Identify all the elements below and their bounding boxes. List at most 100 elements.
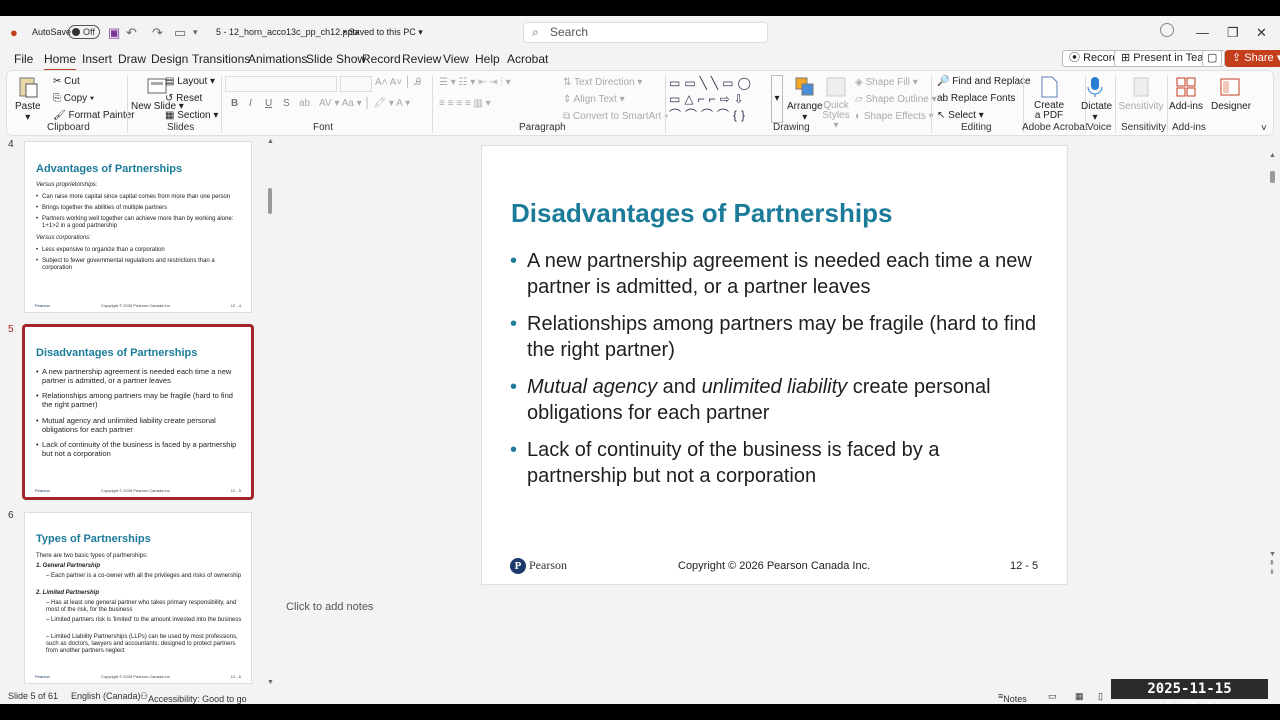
sensitivity-button[interactable]: Sensitivity [1117, 75, 1165, 112]
search-input[interactable]: ⌕ Search [523, 22, 768, 43]
layout-button[interactable]: ▤ Layout ▾ [165, 76, 215, 87]
format-painter-button[interactable]: 🖌 Format Painter [53, 110, 135, 121]
copy-button[interactable]: ⎘ Copy ▾ [53, 93, 94, 104]
slide-bullet[interactable]: A new partnership agreement is needed ea… [510, 249, 1037, 300]
font-size-buttons[interactable]: A˄ A˅ │ Ꭿ [375, 77, 421, 88]
add-ins-label: Add-ins [1169, 101, 1203, 112]
underline-button[interactable]: U [265, 98, 272, 109]
convert-smartart-button[interactable]: ⧉ Convert to SmartArt ▾ [563, 111, 668, 122]
shape-fill-button[interactable]: ◈ Shape Fill ▾ [855, 77, 918, 88]
comments-button[interactable]: ▢ [1202, 50, 1223, 67]
thumbnail-brand: Pearson [35, 303, 50, 308]
undo-icon[interactable]: ↶ [126, 25, 137, 41]
scrollbar-thumb[interactable] [268, 188, 272, 214]
paste-label: Paste [15, 101, 41, 112]
reset-button[interactable]: ↺ Reset [165, 93, 202, 104]
normal-view-icon[interactable]: ▭ [1048, 691, 1057, 702]
thumbnail-scrollbar[interactable]: ▲ ▼ [266, 136, 274, 689]
paste-button[interactable]: Paste ▾ [15, 75, 41, 123]
find-replace-button[interactable]: 🔎 Find and Replace [937, 76, 1031, 87]
scroll-down-icon[interactable]: ▼ [267, 679, 274, 686]
thumbnail-line: A new partnership agreement is needed ea… [36, 367, 243, 385]
font-family-select[interactable] [225, 76, 337, 92]
slide-bullet[interactable]: Relationships among partners may be frag… [510, 312, 1037, 363]
customize-toolbar-icon[interactable]: ▾ [193, 27, 198, 38]
redo-icon[interactable]: ↷ [152, 25, 163, 41]
tab-review[interactable]: Review [402, 52, 441, 66]
tab-view[interactable]: View [443, 52, 469, 66]
slide-thumbnail-5-selected[interactable]: Disadvantages of Partnerships A new part… [22, 324, 254, 500]
designer-button[interactable]: Designer [1211, 75, 1251, 112]
slide-page-number: 12 - 5 [1010, 560, 1039, 572]
accessibility-status[interactable]: ⚇ Accessibility: Good to go [140, 691, 247, 704]
tab-help[interactable]: Help [475, 52, 500, 66]
scrollbar-thumb[interactable] [1270, 171, 1275, 183]
editor-scrollbar[interactable]: ▲ ▼ ⇞ ⇟ [1266, 136, 1280, 601]
char-spacing-button[interactable]: AV ▾ Aa ▾ │ 🖍 ▾ A ▾ [319, 98, 410, 109]
thumbnail-line: – Has at least one general partner who t… [46, 600, 237, 613]
slide-bullet[interactable]: Mutual agency and unlimited liability cr… [510, 375, 1037, 426]
collapse-ribbon-icon[interactable]: ˅ [1261, 123, 1267, 134]
shape-effects-button[interactable]: ◐ Shape Effects ▾ [855, 111, 934, 122]
shadow-button[interactable]: S [283, 98, 290, 109]
restore-icon[interactable]: ❐ [1227, 25, 1239, 41]
slide-thumbnail-4[interactable]: Advantages of Partnerships Versus propri… [24, 141, 252, 313]
close-icon[interactable]: ✕ [1256, 25, 1267, 41]
paste-icon [19, 77, 38, 98]
dictate-button[interactable]: Dictate ▾ [1081, 75, 1112, 123]
slide-bullet[interactable]: Lack of continuity of the business is fa… [510, 438, 1037, 489]
scroll-up-icon[interactable]: ▲ [1269, 152, 1276, 159]
tab-home[interactable]: Home [44, 52, 77, 71]
reading-view-icon[interactable]: ▯ [1098, 691, 1103, 702]
tab-record[interactable]: Record [362, 52, 401, 66]
language-indicator[interactable]: English (Canada) [71, 691, 141, 701]
share-button[interactable]: ⇪ Share ▾ [1225, 50, 1280, 67]
replace-fonts-button[interactable]: ab Replace Fonts [937, 93, 1015, 104]
slide-thumbnail-6[interactable]: Types of Partnerships There are two basi… [24, 512, 252, 684]
tab-animations[interactable]: Animations [248, 52, 307, 66]
add-ins-button[interactable]: Add-ins [1169, 75, 1203, 112]
autosave-toggle[interactable]: Off [68, 25, 100, 39]
tab-slide-show[interactable]: Slide Show [306, 52, 366, 66]
strikethrough-button[interactable]: ab [299, 98, 310, 109]
section-label: Section [177, 110, 211, 121]
shapes-more-button[interactable]: ▾ [771, 75, 783, 123]
bold-button[interactable]: B [231, 98, 238, 109]
slide-title[interactable]: Disadvantages of Partnerships [511, 198, 892, 229]
scroll-down-icon[interactable]: ▼ ⇞ ⇟ [1269, 550, 1276, 577]
current-slide[interactable]: Disadvantages of Partnerships A new part… [481, 145, 1068, 585]
arrange-button[interactable]: Arrange ▾ [787, 75, 823, 123]
account-avatar-icon[interactable] [1160, 23, 1174, 37]
font-size-select[interactable] [340, 76, 372, 92]
shapes-gallery[interactable]: ▭▭╲╲▭◯ ▭△⌐⌐⇨⇩ ⌒⌒⌒⌒{} [669, 75, 773, 123]
tab-design[interactable]: Design [151, 52, 188, 66]
create-pdf-button[interactable]: Create a PDF [1033, 75, 1065, 121]
save-icon[interactable]: ▣ [108, 25, 120, 41]
tab-file[interactable]: File [14, 52, 33, 66]
tab-acrobat[interactable]: Acrobat [507, 52, 548, 66]
align-buttons[interactable]: ≡ ≡ ≡ ≡ ▥ ▾ [439, 98, 491, 109]
notes-button[interactable]: ≡ Notes [998, 691, 1027, 704]
thumbnail-brand: Pearson [35, 488, 50, 493]
align-text-button[interactable]: ⇕ Align Text ▾ [563, 94, 625, 105]
thumbnail-page: 12 - 4 [230, 303, 241, 308]
thumbnail-line: Partners working well together can achie… [36, 216, 243, 230]
tab-draw[interactable]: Draw [118, 52, 146, 66]
text-direction-button[interactable]: ⇅ Text Direction ▾ [563, 77, 642, 88]
shape-outline-button[interactable]: ▱ Shape Outline ▾ [855, 94, 937, 105]
select-button[interactable]: ↖ Select ▾ [937, 110, 984, 121]
notes-placeholder[interactable]: Click to add notes [286, 601, 373, 613]
minimize-icon[interactable]: — [1196, 25, 1209, 40]
quick-styles-button[interactable]: Quick Styles ▾ [821, 75, 851, 131]
present-from-beginning-icon[interactable]: ▭ [174, 25, 186, 41]
list-buttons[interactable]: ☰ ▾ ☷ ▾ ⇤ ⇥ ⫶ ▾ [439, 77, 511, 88]
cut-label: Cut [64, 76, 80, 87]
section-button[interactable]: ▦ Section ▾ [165, 110, 218, 121]
tab-insert[interactable]: Insert [82, 52, 112, 66]
cut-button[interactable]: ✂ Cut [53, 76, 80, 87]
tab-transitions[interactable]: Transitions [192, 52, 250, 66]
save-status[interactable]: • Saved to this PC ▾ [343, 27, 423, 38]
scroll-up-icon[interactable]: ▲ [267, 138, 274, 145]
italic-button[interactable]: I [249, 98, 252, 109]
slide-sorter-icon[interactable]: ▦ [1075, 691, 1084, 702]
